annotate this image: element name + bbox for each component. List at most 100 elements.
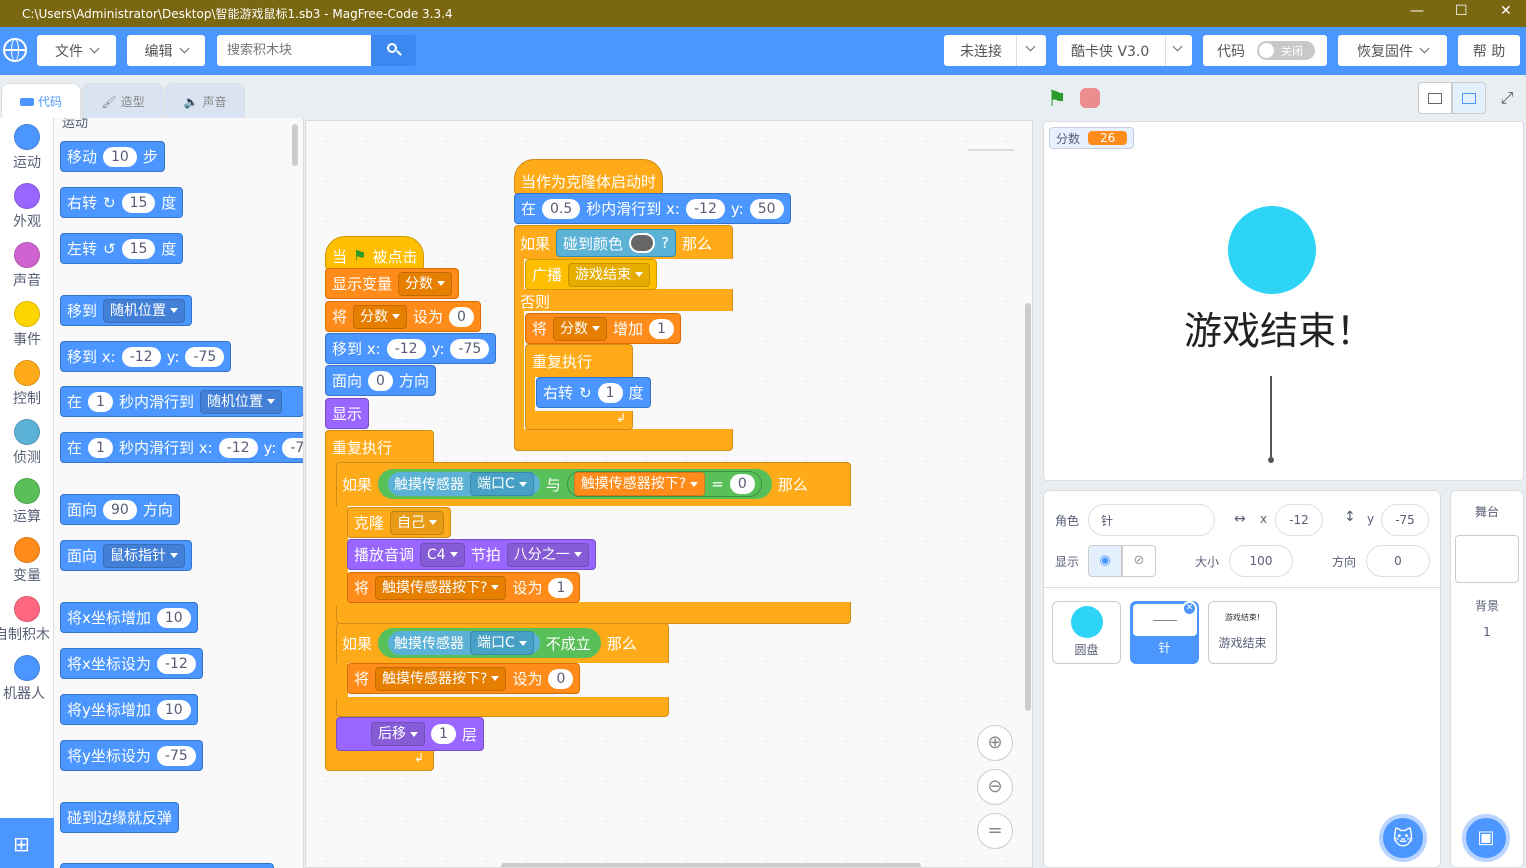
when-clone-starts-hat[interactable]: 当作为克隆体启动时	[514, 159, 664, 195]
block-input[interactable]: -7	[282, 437, 303, 458]
block-input[interactable]: 10	[156, 607, 191, 628]
code-workspace[interactable]: 当 ⚑ 被点击 显示变量 分数 将分数 设为 0 移到 x: -12 y: -75 面向 0 方向 …	[305, 120, 1033, 868]
category-4[interactable]: 控制	[0, 360, 54, 408]
block-input[interactable]: 15	[121, 192, 156, 213]
category-3[interactable]: 事件	[0, 301, 54, 349]
show-sprite-button[interactable]: ◉	[1088, 545, 1122, 577]
block-input[interactable]: 0	[729, 474, 755, 494]
block-input[interactable]: 1	[548, 577, 574, 598]
category-2[interactable]: 声音	[0, 242, 54, 290]
block-set-pressed[interactable]: 将触摸传感器按下? 设为 0	[347, 663, 581, 694]
tab-code[interactable]: 代码	[1, 83, 81, 119]
block-dropdown[interactable]: 触摸传感器按下?	[375, 575, 507, 600]
block-dropdown[interactable]: 鼠标指针	[103, 543, 186, 568]
close-icon[interactable]: ✕	[1500, 3, 1512, 19]
block-input[interactable]: -12	[218, 437, 258, 458]
block-point-direction[interactable]: 面向 0 方向	[325, 365, 436, 396]
block-change-variable[interactable]: 将分数 增加 1	[525, 313, 681, 344]
block-goto[interactable]: 移到 随机位置	[60, 295, 193, 326]
restore-firmware-menu[interactable]: 恢复固件	[1338, 35, 1447, 66]
port-dropdown[interactable]: 端口C	[470, 631, 534, 655]
block-input[interactable]: -12	[386, 338, 426, 359]
block-dropdown[interactable]: 分数	[353, 304, 408, 329]
block-input[interactable]: 0	[548, 668, 574, 689]
block-dropdown[interactable]: 触摸传感器按下?	[375, 666, 507, 691]
hide-sprite-button[interactable]: ⊘	[1122, 545, 1156, 577]
block-input[interactable]: -12	[121, 346, 161, 367]
block-turn-left[interactable]: 左转 ↺ 15 度	[60, 233, 184, 264]
zoom-reset-button[interactable]: =	[977, 813, 1013, 849]
block-bounce[interactable]: 碰到边缘就反弹	[60, 802, 180, 833]
variable-reporter[interactable]: 触摸传感器按下?	[573, 472, 706, 496]
category-1[interactable]: 外观	[0, 183, 54, 231]
block-dropdown[interactable]: 分数	[553, 316, 608, 341]
block-turn-right[interactable]: 右转 ↻ 15 度	[60, 187, 184, 218]
tab-sound[interactable]: 🔈 声音	[165, 83, 245, 119]
block-broadcast[interactable]: 广播 游戏结束	[525, 259, 658, 290]
zoom-in-button[interactable]: ⊕	[977, 725, 1013, 761]
block-set-pressed[interactable]: 将触摸传感器按下? 设为 1	[347, 572, 581, 603]
category-5[interactable]: 侦测	[0, 419, 54, 467]
fullscreen-button[interactable]: ⤢	[1490, 82, 1524, 114]
workspace-hscrollbar[interactable]	[501, 863, 921, 867]
disc-sprite[interactable]	[1228, 206, 1316, 294]
device-menu[interactable]: 酷卡侠 V3.0	[1057, 35, 1192, 66]
block-glide-xy[interactable]: 在 0.5 秒内滑行到 x: -12 y: 50	[514, 193, 791, 224]
block-input[interactable]: -75	[156, 745, 196, 766]
x-field[interactable]: -12	[1275, 504, 1323, 536]
touching-color-reporter[interactable]: 碰到颜色?	[556, 229, 676, 257]
block-goto-xy[interactable]: 移到 x: -12 y: -75	[325, 333, 497, 364]
size-field[interactable]: 100	[1229, 545, 1293, 577]
large-stage-button[interactable]	[1452, 82, 1486, 114]
touch-sensor-reporter[interactable]: 触摸传感器 端口C	[388, 631, 540, 655]
block-dropdown[interactable]: 分数	[398, 271, 453, 296]
tab-costume[interactable]: 🖌 造型	[82, 83, 164, 119]
category-9[interactable]: 机器人	[0, 655, 54, 703]
block-input[interactable]: 1	[88, 437, 113, 458]
block-point-direction[interactable]: 面向 90 方向	[60, 494, 180, 525]
block-change-y[interactable]: 将y坐标增加 10	[60, 694, 198, 725]
edit-menu[interactable]: 编辑	[127, 35, 205, 66]
color-swatch[interactable]	[629, 233, 656, 253]
y-field[interactable]: -75	[1381, 504, 1429, 536]
block-turn-right[interactable]: 右转 ↻ 1 度	[536, 377, 651, 408]
extension-button[interactable]: ⊞	[0, 818, 54, 868]
connection-menu[interactable]: 未连接	[944, 35, 1046, 66]
block-clone[interactable]: 克隆 自己	[347, 507, 452, 538]
small-stage-button[interactable]	[1418, 82, 1452, 114]
equals-operator[interactable]: 触摸传感器按下? = 0	[566, 471, 762, 497]
zoom-out-button[interactable]: ⊖	[977, 769, 1013, 805]
block-input[interactable]: 0	[368, 370, 393, 391]
not-operator[interactable]: 触摸传感器 端口C 不成立	[378, 628, 601, 658]
note-dropdown[interactable]: C4	[420, 542, 465, 567]
block-move[interactable]: 移动 10 步	[60, 141, 165, 172]
touch-sensor-reporter[interactable]: 触摸传感器 端口C	[388, 472, 540, 496]
maximize-icon[interactable]: ☐	[1455, 3, 1468, 19]
sprite-thumb-needle[interactable]: 针 ✕	[1130, 601, 1199, 664]
block-play-note[interactable]: 播放音调 C4 节拍 八分之一	[347, 539, 596, 570]
help-button[interactable]: 帮 助	[1458, 35, 1520, 66]
block-set-x[interactable]: 将x坐标设为 -12	[60, 648, 203, 679]
search-button[interactable]	[371, 35, 416, 66]
block-dropdown[interactable]: 随机位置	[199, 389, 282, 414]
category-8[interactable]: 自制积木	[0, 596, 54, 644]
block-show[interactable]: 显示	[325, 398, 370, 429]
when-flag-clicked-hat[interactable]: 当 ⚑ 被点击	[325, 236, 425, 270]
block-input[interactable]: 1	[431, 724, 456, 744]
port-dropdown[interactable]: 端口C	[470, 472, 534, 496]
and-operator[interactable]: 触摸传感器 端口C 与 触摸传感器按下? = 0	[378, 469, 772, 499]
block-dropdown[interactable]: 随机位置	[103, 298, 186, 323]
block-input[interactable]: 15	[121, 238, 156, 259]
category-6[interactable]: 运算	[0, 478, 54, 526]
stop-button[interactable]	[1080, 88, 1100, 108]
block-dropdown[interactable]: 后移	[371, 722, 425, 746]
green-flag-button[interactable]: ⚑	[1047, 87, 1067, 112]
sprite-name-field[interactable]: 针	[1088, 504, 1215, 536]
direction-field[interactable]: 0	[1366, 545, 1430, 577]
block-glide-to[interactable]: 在 1 秒内滑行到 随机位置	[60, 386, 303, 417]
palette-scrollbar[interactable]	[292, 124, 298, 166]
block-input[interactable]: 10	[156, 699, 191, 720]
sprite-thumb-game-over[interactable]: 游戏结束! 游戏结束	[1208, 601, 1277, 664]
delete-sprite-icon[interactable]: ✕	[1182, 601, 1197, 616]
block-partial[interactable]	[60, 863, 274, 868]
